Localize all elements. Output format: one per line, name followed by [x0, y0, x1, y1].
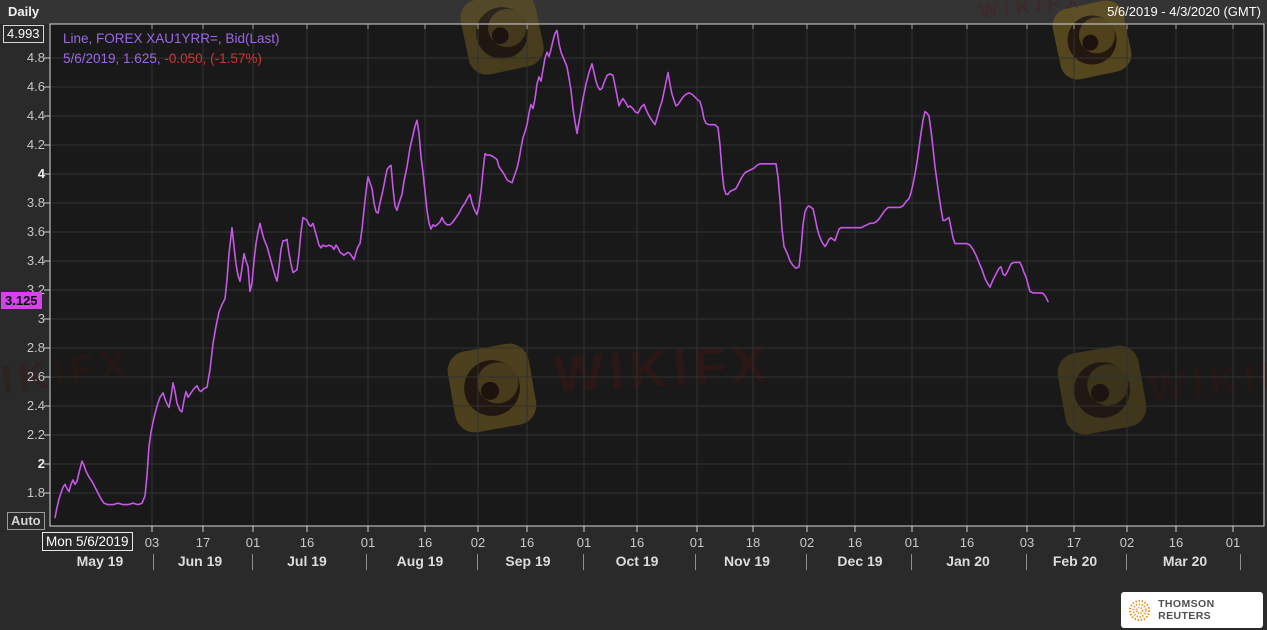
- x-tick-label: 16: [519, 535, 535, 550]
- y-tick-label: 4.8: [26, 50, 45, 65]
- month-separator: [806, 554, 807, 570]
- x-tick-label: 01: [904, 535, 920, 550]
- month-label: Jan 20: [946, 553, 990, 569]
- watermark-badge-icon: [447, 343, 537, 433]
- month-label: May 19: [76, 553, 124, 569]
- date-range-label: 5/6/2019 - 4/3/2020 (GMT): [1107, 4, 1261, 19]
- month-label: Jul 19: [287, 553, 327, 569]
- thomson-reuters-wordmark: THOMSON REUTERS: [1158, 598, 1215, 622]
- x-tick-label: 18: [745, 535, 761, 550]
- x-tick-label: 16: [959, 535, 975, 550]
- x-tick-label: 01: [245, 535, 261, 550]
- x-tick-label: 02: [1119, 535, 1135, 550]
- x-tick-label: 16: [299, 535, 315, 550]
- y-tick-label: 3.6: [26, 224, 45, 239]
- x-tick-label: 01: [1225, 535, 1241, 550]
- x-tick-label: 01: [576, 535, 592, 550]
- y-tick-label: 1.8: [26, 485, 45, 500]
- month-label: Oct 19: [615, 553, 659, 569]
- y-tick-label: 3.8: [26, 195, 45, 210]
- y-tick-label: 4: [37, 166, 45, 181]
- x-tick-label: 01: [689, 535, 705, 550]
- month-separator: [911, 554, 912, 570]
- month-label: Jun 19: [177, 553, 223, 569]
- month-separator: [477, 554, 478, 570]
- month-label: Aug 19: [396, 553, 444, 569]
- x-tick-label: 17: [195, 535, 211, 550]
- y-tick-label: 4.4: [26, 108, 45, 123]
- y-axis-auto-button[interactable]: Auto: [7, 512, 45, 530]
- month-separator: [366, 554, 367, 570]
- thomson-reuters-logo-icon: [1128, 599, 1151, 621]
- thomson-reuters-card: THOMSON REUTERS: [1121, 592, 1263, 628]
- x-axis-start-date-box[interactable]: Mon 5/6/2019: [42, 532, 133, 551]
- chart-legend: Line, FOREX XAU1YRR=, Bid(Last) 5/6/2019…: [63, 29, 279, 69]
- x-tick-label: 02: [799, 535, 815, 550]
- x-tick-label: 02: [470, 535, 486, 550]
- y-tick-label: 4.2: [26, 137, 45, 152]
- y-tick-label: 2.4: [26, 398, 45, 413]
- y-tick-label: 2: [37, 456, 45, 471]
- legend-date-value: 5/6/2019, 1.625,: [63, 51, 161, 66]
- last-price-badge: 3.125: [1, 291, 42, 309]
- month-label: Mar 20: [1162, 553, 1208, 569]
- y-tick-label: 3: [37, 311, 45, 326]
- legend-series-label[interactable]: Line, FOREX XAU1YRR=, Bid(Last): [63, 29, 279, 49]
- month-separator: [1026, 554, 1027, 570]
- x-tick-label: 16: [629, 535, 645, 550]
- month-separator: [252, 554, 253, 570]
- x-tick-label: 16: [417, 535, 433, 550]
- y-axis-max-box[interactable]: 4.993: [3, 25, 44, 43]
- y-tick-label: 3.4: [26, 253, 45, 268]
- x-tick-label: 16: [847, 535, 863, 550]
- y-tick-label: 2.6: [26, 369, 45, 384]
- y-tick-label: 2.8: [26, 340, 45, 355]
- watermark-text-center: WIKIFX: [553, 335, 774, 404]
- month-label: Sep 19: [505, 553, 551, 569]
- watermark-badge-icon: [1057, 345, 1147, 435]
- y-tick-label: 4.6: [26, 79, 45, 94]
- month-label: Nov 19: [724, 553, 770, 569]
- interval-selector[interactable]: Daily: [8, 4, 39, 19]
- plot-background[interactable]: [50, 24, 1264, 526]
- y-tick-label: 2.2: [26, 427, 45, 442]
- x-tick-label: 17: [1066, 535, 1082, 550]
- month-separator: [1126, 554, 1127, 570]
- chart-window: Daily 5/6/2019 - 4/3/2020 (GMT) WIKIFX WI…: [0, 0, 1267, 630]
- legend-change-value: -0.050, (-1.57%): [164, 51, 262, 66]
- x-tick-label: 03: [1019, 535, 1035, 550]
- month-separator: [583, 554, 584, 570]
- month-separator: [1240, 554, 1241, 570]
- month-separator: [153, 554, 154, 570]
- x-tick-label: 16: [1168, 535, 1184, 550]
- x-tick-label: 03: [144, 535, 160, 550]
- month-separator: [695, 554, 696, 570]
- month-label: Dec 19: [837, 553, 883, 569]
- x-tick-label: 01: [360, 535, 376, 550]
- month-label: Feb 20: [1052, 553, 1098, 569]
